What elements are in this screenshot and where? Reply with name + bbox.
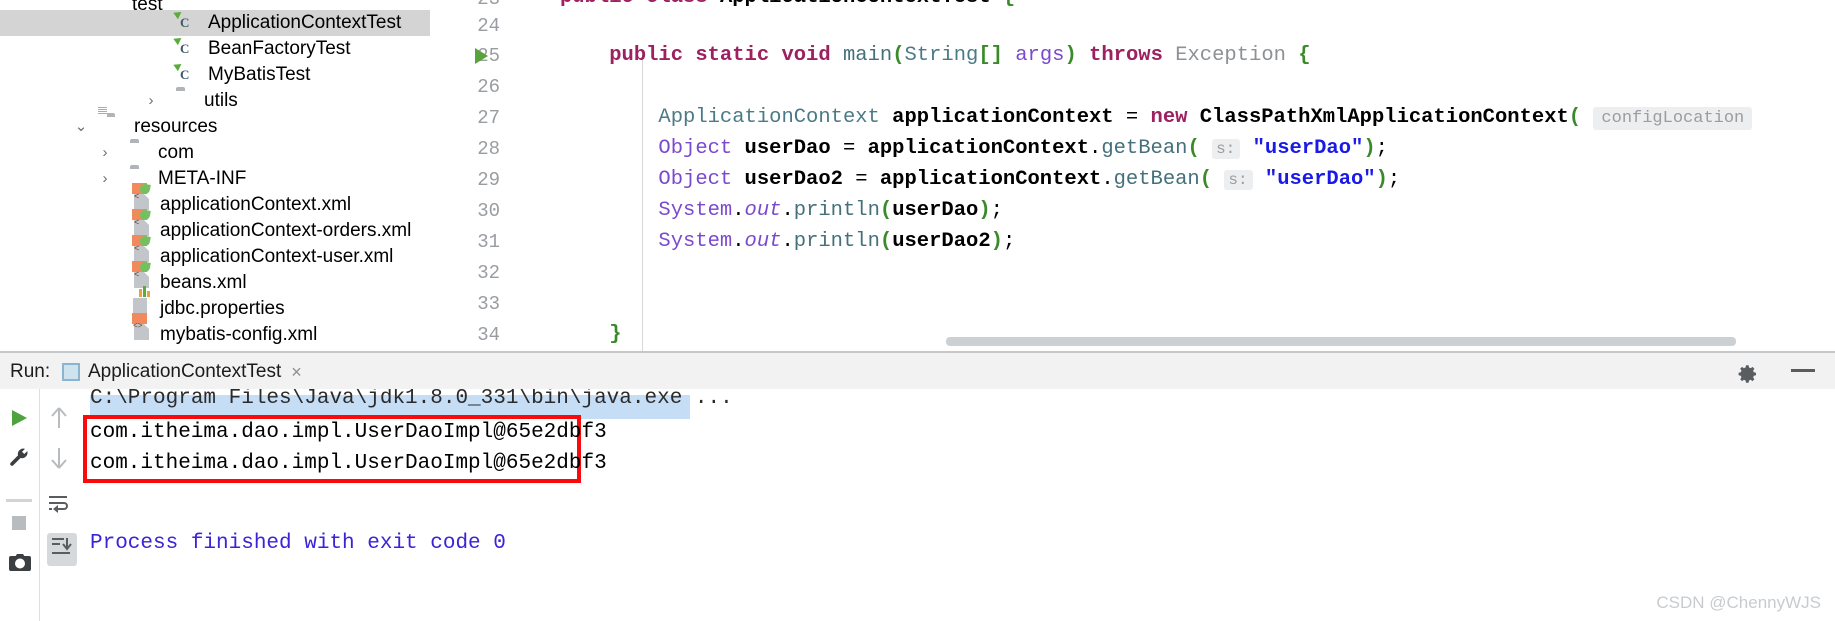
chevron-right-icon[interactable]: › (142, 88, 160, 114)
console-tab-icon (62, 363, 80, 381)
folder-icon (130, 142, 152, 164)
chevron-down-icon[interactable]: ⌄ (72, 114, 90, 140)
line-number: 32 (477, 262, 500, 284)
line-number: 31 (477, 231, 500, 253)
console-output-line: com.itheima.dao.impl.UserDaoImpl@65e2dbf… (90, 421, 607, 444)
tree-item-label: mybatis-config.xml (160, 324, 318, 345)
close-icon[interactable]: × (291, 362, 302, 383)
arrow-up-icon[interactable] (47, 405, 71, 436)
string-literal-userdao: "userDao" (1264, 168, 1376, 191)
line-number: 26 (477, 76, 500, 98)
code-line-34: } (609, 323, 622, 346)
code-line-30: System.out.println(userDao); (658, 199, 1003, 222)
run-second-toolbar[interactable] (39, 389, 77, 621)
tree-item-label: MyBatisTest (208, 64, 311, 85)
arrow-down-icon[interactable] (47, 445, 71, 476)
scroll-to-end-icon[interactable] (47, 533, 77, 566)
line-number: 30 (477, 200, 500, 222)
watermark: CSDN @ChennyWJS (1656, 593, 1821, 612)
java-class-icon: C (173, 8, 202, 34)
run-gutter-icon[interactable] (475, 48, 488, 64)
chevron-right-icon[interactable]: › (96, 166, 114, 192)
editor-pane[interactable]: 23 24 25 26 27 28 29 30 31 32 33 34 publ… (430, 0, 1835, 351)
chevron-right-icon[interactable]: › (96, 140, 114, 166)
line-number: 34 (477, 324, 500, 346)
java-class-icon: C (173, 60, 202, 86)
console-command-line: C:\Program Files\Java\jdk1.8.0_331\bin\j… (90, 389, 733, 410)
tree-item-label: BeanFactoryTest (208, 38, 351, 59)
tree-item-label: beans.xml (160, 272, 247, 293)
line-number: 24 (477, 15, 500, 37)
project-tree-panel[interactable]: test C ApplicationContextTest C BeanFact… (0, 0, 430, 351)
toolbar-separator (6, 499, 32, 502)
tree-item-label: META-INF (158, 168, 247, 189)
code-line-25: public static void main(String[] args) t… (609, 44, 1311, 67)
idea-window: test C ApplicationContextTest C BeanFact… (0, 0, 1835, 621)
java-class-icon: C (173, 34, 202, 60)
minimize-icon[interactable] (1791, 369, 1815, 372)
param-hint-s: s: (1212, 139, 1241, 159)
param-hint-configlocation: configLocation (1593, 107, 1753, 130)
string-literal-userdao: "userDao" (1252, 137, 1364, 160)
tree-item-utils[interactable]: › utils (0, 88, 430, 114)
folder-icon (104, 0, 126, 10)
wrench-icon[interactable] (8, 447, 30, 474)
editor-gutter[interactable]: 23 24 25 26 27 28 29 30 31 32 33 34 (430, 0, 560, 351)
tree-item-com[interactable]: › com (0, 140, 430, 166)
code-line-28: Object userDao = applicationContext.getB… (658, 137, 1388, 160)
code-line-31: System.out.println(userDao2); (658, 230, 1016, 253)
stop-icon[interactable] (8, 512, 30, 539)
resources-folder-icon (97, 106, 128, 138)
tree-item-label: utils (204, 90, 238, 111)
gear-icon[interactable] (1736, 362, 1760, 391)
tree-item-label: test (132, 0, 163, 10)
run-title-label: Run: (10, 361, 51, 382)
tree-item-label: com (158, 142, 194, 163)
tree-item-mybatistest[interactable]: C MyBatisTest (0, 60, 430, 88)
run-tab-label: ApplicationContextTest (88, 361, 282, 382)
tree-item-applicationcontext-xml[interactable]: < applicationContext.xml (0, 183, 430, 218)
top-area: test C ApplicationContextTest C BeanFact… (0, 0, 1835, 351)
tree-item-label: applicationContext-orders.xml (160, 220, 412, 241)
soft-wrap-icon[interactable] (47, 493, 71, 520)
line-number: 23 (440, 0, 500, 10)
tree-item-label: resources (134, 116, 218, 137)
tree-item-label: ApplicationContextTest (208, 12, 402, 33)
tree-item-beans-xml[interactable]: < beans.xml (0, 261, 430, 296)
tree-item-label: applicationContext.xml (160, 194, 352, 215)
tree-item-applicationcontext-orders-xml[interactable]: < applicationContext-orders.xml (0, 209, 430, 244)
line-number: 28 (477, 138, 500, 160)
play-icon[interactable] (8, 407, 30, 434)
param-hint-s: s: (1224, 170, 1253, 190)
line-number: 29 (477, 169, 500, 191)
code-line-29: Object userDao2 = applicationContext.get… (658, 168, 1401, 191)
tree-item-applicationcontext-user-xml[interactable]: < applicationContext-user.xml (0, 235, 430, 270)
run-panel-header: Run: ApplicationContextTest × (0, 353, 1835, 389)
code-line-23: public class ApplicationContextTest { (560, 0, 1015, 9)
tree-item-meta-inf[interactable]: › META-INF (0, 166, 430, 192)
console-output-line: com.itheima.dao.impl.UserDaoImpl@65e2dbf… (90, 452, 607, 475)
tree-item-resources[interactable]: ⌄ resources (0, 106, 430, 140)
console-output[interactable]: C:\Program Files\Java\jdk1.8.0_331\bin\j… (78, 389, 1835, 621)
folder-icon (176, 90, 198, 112)
xml-code-icon: <> (132, 313, 154, 346)
tree-item-beanfactorytest[interactable]: C BeanFactoryTest (0, 34, 430, 62)
camera-icon[interactable] (8, 552, 32, 579)
run-tab-applicationcontexttest[interactable]: ApplicationContextTest × (62, 357, 302, 387)
code-text-area[interactable]: public class ApplicationContextTest { pu… (560, 0, 1835, 351)
tree-item-label: applicationContext-user.xml (160, 246, 394, 267)
line-number: 27 (477, 107, 500, 129)
tree-item-label: jdbc.properties (160, 298, 285, 319)
tree-item-jdbc-properties[interactable]: jdbc.properties (0, 286, 430, 322)
line-number: 25 (477, 45, 500, 67)
tree-item-applicationcontexttest[interactable]: C ApplicationContextTest (0, 8, 430, 36)
tree-item-mybatis-config-xml[interactable]: <> mybatis-config.xml (0, 313, 430, 348)
console-exit-message: Process finished with exit code 0 (90, 532, 506, 555)
line-number: 33 (477, 293, 500, 315)
tree-item-test[interactable]: test (0, 0, 430, 10)
run-left-toolbar[interactable] (0, 389, 38, 621)
run-panel: Run: ApplicationContextTest × C:\Program… (0, 351, 1835, 621)
editor-horizontal-scrollbar[interactable] (946, 337, 1736, 346)
code-line-27: ApplicationContext applicationContext = … (560, 106, 1753, 130)
